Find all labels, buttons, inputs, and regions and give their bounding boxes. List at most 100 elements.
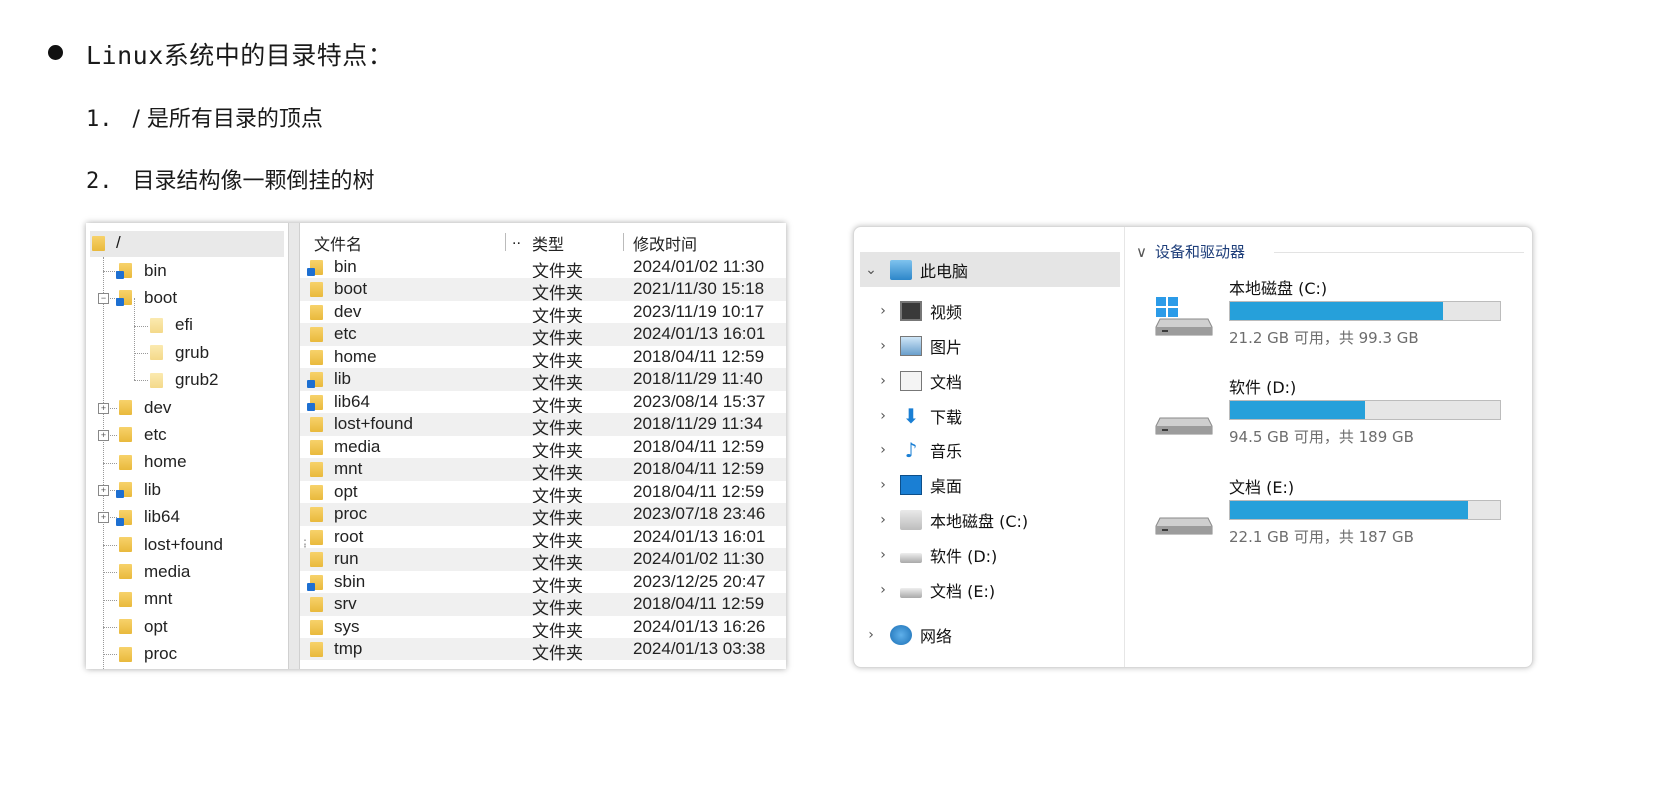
tree-item-opt[interactable]: opt [119,613,168,640]
tree-item-proc[interactable]: proc [119,641,177,668]
expand-icon[interactable]: + [98,484,109,496]
file-row[interactable]: lib64 文件夹 2023/08/14 15:37 [300,391,786,416]
nav-item-label: 网络 [920,627,953,646]
drive-icon [1154,496,1214,536]
drive-name: 文档 (E:) [1229,478,1295,497]
tree-item-lostfound[interactable]: lost+found [119,531,223,558]
chevron-down-icon: ∨ [1136,243,1147,261]
drive-free-space: 21.2 GB 可用，共 99.3 GB [1229,329,1419,347]
column-header-collapsed[interactable]: .. [512,231,521,255]
nav-item-documents[interactable]: › 文档 [876,366,962,396]
chevron-right-icon[interactable]: › [876,338,890,354]
tree-item-dev[interactable]: dev [119,394,171,421]
file-row[interactable]: etc 文件夹 2024/01/13 16:01 [300,323,786,348]
windows-drive-icon [1154,297,1214,337]
drive-tile[interactable]: 文档 (E:) 22.1 GB 可用，共 187 GB [1154,474,1514,554]
file-name: lib64 [334,391,370,411]
nav-item-drive[interactable]: › 软件 (D:) [876,540,997,570]
tree-guide-line [134,352,148,354]
file-row[interactable]: tmp 文件夹 2024/01/13 03:38 [300,637,786,663]
file-row[interactable]: run 文件夹 2024/01/02 11:30 [300,548,786,573]
file-row[interactable]: opt 文件夹 2018/04/11 12:59 [300,481,786,506]
heading-prefix: Linux [86,41,164,70]
file-row[interactable]: proc 文件夹 2023/07/18 23:46 [300,503,786,528]
file-row[interactable]: bin 文件夹 2024/01/02 11:30 [300,256,786,281]
folder-icon [119,591,132,607]
nav-item-video[interactable]: › 视频 [876,296,962,326]
nav-item-pc[interactable]: ⌄ 此电脑 [864,255,968,285]
file-row[interactable]: mnt 文件夹 2018/04/11 12:59 [300,458,786,483]
tree-item-etc[interactable]: etc [119,421,167,448]
file-modified: 2024/01/13 16:01 [633,526,766,546]
nav-item-desktop[interactable]: › 桌面 [876,470,962,500]
chevron-right-icon[interactable]: › [876,303,890,319]
column-separator[interactable] [505,233,506,251]
expand-icon[interactable]: + [98,512,109,524]
tree-item-grub[interactable]: grub [150,339,209,366]
drive-icon [1154,396,1214,436]
column-separator[interactable] [623,233,624,251]
file-modified: 2018/04/11 12:59 [633,481,765,501]
nav-item-music[interactable]: › ♪ 音乐 [876,435,962,465]
drive-tile[interactable]: 软件 (D:) 94.5 GB 可用，共 189 GB [1154,374,1514,454]
tree-item-efi[interactable]: efi [150,312,193,339]
file-row[interactable]: dev 文件夹 2023/11/19 10:17 [300,301,786,326]
nav-item-pictures[interactable]: › 图片 [876,331,962,361]
file-name: media [334,436,381,456]
file-row[interactable]: srv 文件夹 2018/04/11 12:59 [300,593,786,618]
drive-icon [900,553,922,563]
chevron-right-icon[interactable]: › [876,582,890,598]
chevron-right-icon[interactable]: › [876,477,890,493]
chevron-right-icon[interactable]: › [876,373,890,389]
file-row[interactable]: boot 文件夹 2021/11/30 15:18 [300,278,786,303]
tree-item-boot[interactable]: boot [116,284,177,311]
nav-item-drive[interactable]: › 文档 (E:) [876,575,995,605]
chevron-right-icon[interactable]: › [876,512,890,528]
tree-item-mnt[interactable]: mnt [119,586,172,613]
tree-item-media[interactable]: media [119,558,190,585]
tree-item-grub2[interactable]: grub2 [150,367,218,394]
column-header-modified[interactable]: 修改时间 [633,231,697,255]
chevron-right-icon[interactable]: › [876,442,890,458]
nav-item-windows-drive[interactable]: › 本地磁盘 (C:) [876,505,1028,535]
file-modified: 2018/11/29 11:40 [633,369,763,389]
devices-section-header[interactable]: ∨ 设备和驱动器 [1136,241,1245,262]
chevron-down-icon[interactable]: ⌄ [864,262,878,278]
file-modified: 2024/01/02 11:30 [633,257,765,276]
pane-splitter[interactable] [288,223,300,669]
point-text: 目录结构像一颗倒挂的树 [132,169,375,194]
chevron-right-icon[interactable]: › [876,547,890,563]
expand-icon[interactable]: + [98,430,109,442]
file-row[interactable]: lost+found 文件夹 2018/11/29 11:34 [300,413,786,438]
slide-heading: Linux系统中的目录特点： [86,36,393,72]
tree-item-home[interactable]: home [119,449,187,476]
file-row[interactable]: root 文件夹 2024/01/13 16:01 [300,526,786,551]
file-row[interactable]: media 文件夹 2018/04/11 12:59 [300,436,786,461]
point-number: 1. [86,107,113,132]
tree-item-lib64[interactable]: lib64 [116,504,180,531]
column-header-type[interactable]: 类型 [532,231,564,255]
tree-guide-line [134,325,148,327]
column-header-name[interactable]: 文件名 [314,231,362,255]
nav-item-label: 桌面 [930,477,963,496]
nav-item-download[interactable]: › ⬇ 下载 [876,401,962,431]
nav-item-network[interactable]: › 网络 [864,620,952,650]
expand-icon[interactable]: + [98,402,109,414]
folder-icon [119,646,132,662]
tree-root-row[interactable]: / [90,231,284,257]
file-row[interactable]: sys 文件夹 2024/01/13 16:26 [300,616,786,641]
file-row[interactable]: home 文件夹 2018/04/11 12:59 [300,346,786,371]
chevron-right-icon[interactable]: › [864,627,878,643]
folder-icon [310,597,323,613]
tree-item-bin[interactable]: bin [116,257,167,284]
chevron-right-icon[interactable]: › [876,408,890,424]
file-row[interactable]: sbin 文件夹 2023/12/25 20:47 [300,571,786,596]
drive-tile[interactable]: 本地磁盘 (C:) 21.2 GB 可用，共 99.3 GB [1154,275,1514,355]
file-type: 文件夹 [532,643,583,663]
collapse-icon[interactable]: − [98,293,109,305]
tree-item-lib[interactable]: lib [116,476,161,503]
folder-icon [150,317,163,333]
folder-icon [119,537,132,552]
file-row[interactable]: lib 文件夹 2018/11/29 11:40 [300,368,786,393]
bullet-dot [48,45,63,60]
